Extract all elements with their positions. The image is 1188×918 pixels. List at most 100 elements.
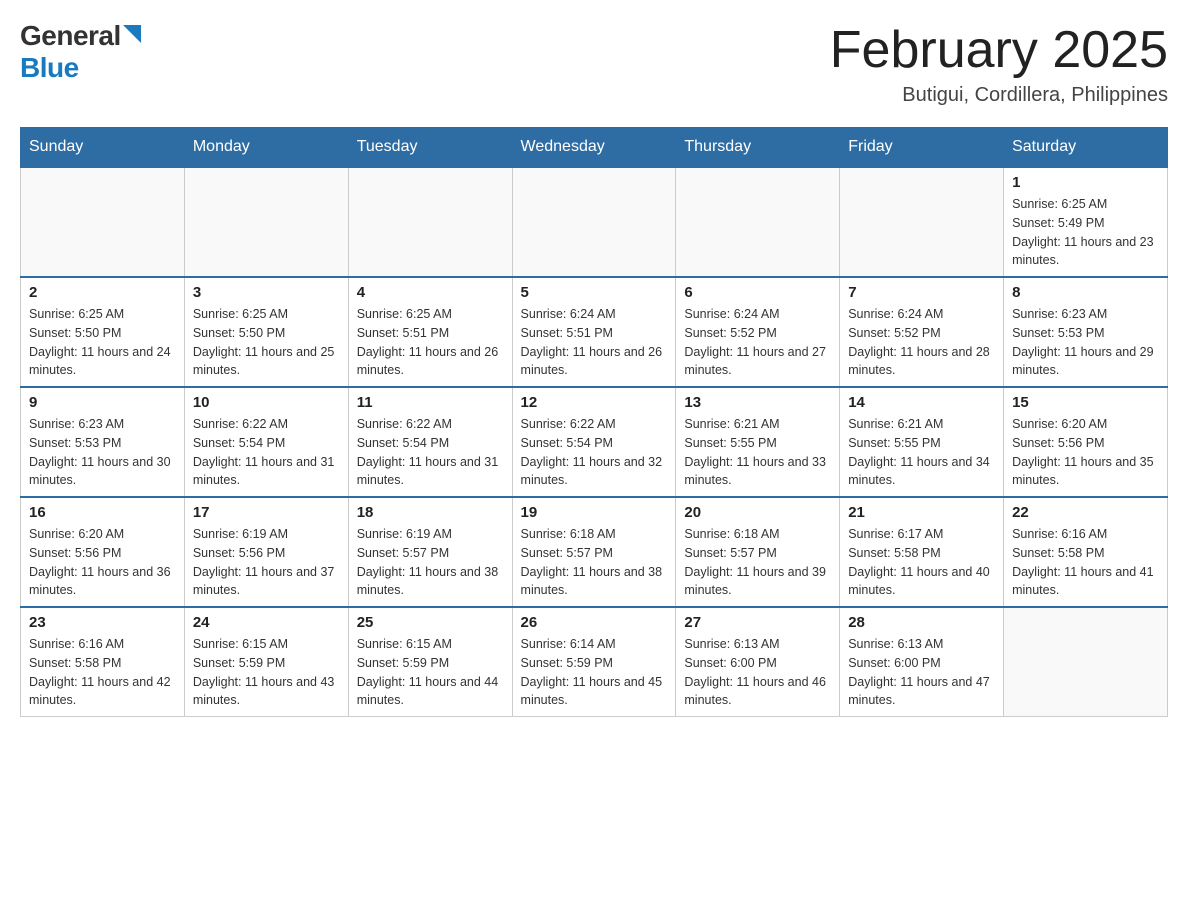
day-info: Sunrise: 6:15 AM Sunset: 5:59 PM Dayligh…: [193, 635, 340, 710]
day-info: Sunrise: 6:25 AM Sunset: 5:50 PM Dayligh…: [193, 305, 340, 380]
day-info: Sunrise: 6:17 AM Sunset: 5:58 PM Dayligh…: [848, 525, 995, 600]
calendar-cell: [21, 167, 185, 277]
calendar-cell: 2Sunrise: 6:25 AM Sunset: 5:50 PM Daylig…: [21, 277, 185, 387]
day-info: Sunrise: 6:21 AM Sunset: 5:55 PM Dayligh…: [684, 415, 831, 490]
day-info: Sunrise: 6:19 AM Sunset: 5:57 PM Dayligh…: [357, 525, 504, 600]
day-number: 3: [193, 284, 340, 301]
calendar-header-saturday: Saturday: [1004, 128, 1168, 168]
calendar-header-monday: Monday: [184, 128, 348, 168]
calendar-week-4: 16 Sunrise: 6:20 AM Sunset: 5:56 PM Dayli…: [21, 497, 1168, 607]
day-info: Sunrise: 6:22 AM Sunset: 5:54 PM Dayligh…: [193, 415, 340, 490]
calendar-cell: 13 Sunrise: 6:21 AM Sunset: 5:55 PM Dayli…: [676, 387, 840, 497]
calendar-cell: 18 Sunrise: 6:19 AM Sunset: 5:57 PM Dayli…: [348, 497, 512, 607]
calendar-header-row: SundayMondayTuesdayWednesdayThursdayFrid…: [21, 128, 1168, 168]
calendar-cell: 22 Sunrise: 6:16 AM Sunset: 5:58 PM Dayli…: [1004, 497, 1168, 607]
day-number: 10: [193, 394, 340, 411]
day-number: 16: [29, 504, 176, 521]
day-info: Sunrise: 6:23 AM Sunset: 5:53 PM Dayligh…: [1012, 305, 1159, 380]
day-info: Sunrise: 6:24 AM Sunset: 5:52 PM Dayligh…: [684, 305, 831, 380]
calendar-header-tuesday: Tuesday: [348, 128, 512, 168]
calendar-cell: 9 Sunrise: 6:23 AM Sunset: 5:53 PM Daylig…: [21, 387, 185, 497]
calendar-cell: 26Sunrise: 6:14 AM Sunset: 5:59 PM Dayli…: [512, 607, 676, 717]
day-number: 9: [29, 394, 176, 411]
day-number: 12: [521, 394, 668, 411]
month-title: February 2025: [830, 20, 1168, 80]
day-info: Sunrise: 6:23 AM Sunset: 5:53 PM Dayligh…: [29, 415, 176, 490]
calendar-cell: 15Sunrise: 6:20 AM Sunset: 5:56 PM Dayli…: [1004, 387, 1168, 497]
calendar-cell: 6 Sunrise: 6:24 AM Sunset: 5:52 PM Daylig…: [676, 277, 840, 387]
calendar-cell: 12 Sunrise: 6:22 AM Sunset: 5:54 PM Dayli…: [512, 387, 676, 497]
title-block: February 2025 Butigui, Cordillera, Phili…: [830, 20, 1168, 107]
day-info: Sunrise: 6:22 AM Sunset: 5:54 PM Dayligh…: [521, 415, 668, 490]
calendar-header-thursday: Thursday: [676, 128, 840, 168]
day-info: Sunrise: 6:18 AM Sunset: 5:57 PM Dayligh…: [684, 525, 831, 600]
day-number: 23: [29, 614, 176, 631]
day-info: Sunrise: 6:25 AM Sunset: 5:49 PM Dayligh…: [1012, 195, 1159, 270]
day-info: Sunrise: 6:24 AM Sunset: 5:51 PM Dayligh…: [521, 305, 668, 380]
day-info: Sunrise: 6:13 AM Sunset: 6:00 PM Dayligh…: [848, 635, 995, 710]
calendar-cell: 16 Sunrise: 6:20 AM Sunset: 5:56 PM Dayli…: [21, 497, 185, 607]
logo-arrow-icon: [123, 25, 141, 48]
calendar-cell: 24 Sunrise: 6:15 AM Sunset: 5:59 PM Dayli…: [184, 607, 348, 717]
day-info: Sunrise: 6:15 AM Sunset: 5:59 PM Dayligh…: [357, 635, 504, 710]
calendar-cell: [1004, 607, 1168, 717]
day-number: 14: [848, 394, 995, 411]
day-number: 20: [684, 504, 831, 521]
calendar-cell: 23 Sunrise: 6:16 AM Sunset: 5:58 PM Dayli…: [21, 607, 185, 717]
day-number: 18: [357, 504, 504, 521]
calendar-cell: 25 Sunrise: 6:15 AM Sunset: 5:59 PM Dayli…: [348, 607, 512, 717]
calendar-cell: 20 Sunrise: 6:18 AM Sunset: 5:57 PM Dayli…: [676, 497, 840, 607]
day-info: Sunrise: 6:25 AM Sunset: 5:50 PM Dayligh…: [29, 305, 176, 380]
day-number: 8: [1012, 284, 1159, 301]
day-number: 7: [848, 284, 995, 301]
logo: General Blue: [20, 20, 141, 84]
day-info: Sunrise: 6:13 AM Sunset: 6:00 PM Dayligh…: [684, 635, 831, 710]
day-number: 1: [1012, 174, 1159, 191]
day-info: Sunrise: 6:25 AM Sunset: 5:51 PM Dayligh…: [357, 305, 504, 380]
calendar-cell: 7 Sunrise: 6:24 AM Sunset: 5:52 PM Daylig…: [840, 277, 1004, 387]
day-number: 25: [357, 614, 504, 631]
day-number: 6: [684, 284, 831, 301]
calendar-cell: 3 Sunrise: 6:25 AM Sunset: 5:50 PM Daylig…: [184, 277, 348, 387]
day-number: 5: [521, 284, 668, 301]
calendar-header-wednesday: Wednesday: [512, 128, 676, 168]
day-info: Sunrise: 6:18 AM Sunset: 5:57 PM Dayligh…: [521, 525, 668, 600]
calendar-header-friday: Friday: [840, 128, 1004, 168]
calendar-cell: 4Sunrise: 6:25 AM Sunset: 5:51 PM Daylig…: [348, 277, 512, 387]
day-number: 28: [848, 614, 995, 631]
day-info: Sunrise: 6:16 AM Sunset: 5:58 PM Dayligh…: [29, 635, 176, 710]
calendar-cell: 17 Sunrise: 6:19 AM Sunset: 5:56 PM Dayli…: [184, 497, 348, 607]
calendar-week-5: 23 Sunrise: 6:16 AM Sunset: 5:58 PM Dayli…: [21, 607, 1168, 717]
day-number: 24: [193, 614, 340, 631]
day-info: Sunrise: 6:16 AM Sunset: 5:58 PM Dayligh…: [1012, 525, 1159, 600]
day-number: 21: [848, 504, 995, 521]
day-number: 22: [1012, 504, 1159, 521]
calendar-cell: 1 Sunrise: 6:25 AM Sunset: 5:49 PM Daylig…: [1004, 167, 1168, 277]
page-header: General Blue February 2025 Butigui, Cord…: [20, 20, 1168, 107]
day-info: Sunrise: 6:19 AM Sunset: 5:56 PM Dayligh…: [193, 525, 340, 600]
calendar-cell: [676, 167, 840, 277]
day-number: 11: [357, 394, 504, 411]
day-info: Sunrise: 6:24 AM Sunset: 5:52 PM Dayligh…: [848, 305, 995, 380]
calendar-cell: 10 Sunrise: 6:22 AM Sunset: 5:54 PM Dayli…: [184, 387, 348, 497]
calendar-cell: 8 Sunrise: 6:23 AM Sunset: 5:53 PM Daylig…: [1004, 277, 1168, 387]
logo-blue-text: Blue: [20, 52, 79, 83]
calendar-cell: 11 Sunrise: 6:22 AM Sunset: 5:54 PM Dayli…: [348, 387, 512, 497]
calendar-cell: [840, 167, 1004, 277]
calendar-cell: [348, 167, 512, 277]
calendar-week-2: 2Sunrise: 6:25 AM Sunset: 5:50 PM Daylig…: [21, 277, 1168, 387]
day-info: Sunrise: 6:20 AM Sunset: 5:56 PM Dayligh…: [29, 525, 176, 600]
day-number: 27: [684, 614, 831, 631]
day-number: 13: [684, 394, 831, 411]
logo-general-text: General: [20, 20, 121, 52]
day-info: Sunrise: 6:20 AM Sunset: 5:56 PM Dayligh…: [1012, 415, 1159, 490]
day-number: 17: [193, 504, 340, 521]
calendar-cell: 19Sunrise: 6:18 AM Sunset: 5:57 PM Dayli…: [512, 497, 676, 607]
day-info: Sunrise: 6:21 AM Sunset: 5:55 PM Dayligh…: [848, 415, 995, 490]
calendar-week-3: 9 Sunrise: 6:23 AM Sunset: 5:53 PM Daylig…: [21, 387, 1168, 497]
calendar-table: SundayMondayTuesdayWednesdayThursdayFrid…: [20, 127, 1168, 717]
calendar-cell: 28 Sunrise: 6:13 AM Sunset: 6:00 PM Dayli…: [840, 607, 1004, 717]
calendar-week-1: 1 Sunrise: 6:25 AM Sunset: 5:49 PM Daylig…: [21, 167, 1168, 277]
calendar-header-sunday: Sunday: [21, 128, 185, 168]
day-info: Sunrise: 6:22 AM Sunset: 5:54 PM Dayligh…: [357, 415, 504, 490]
